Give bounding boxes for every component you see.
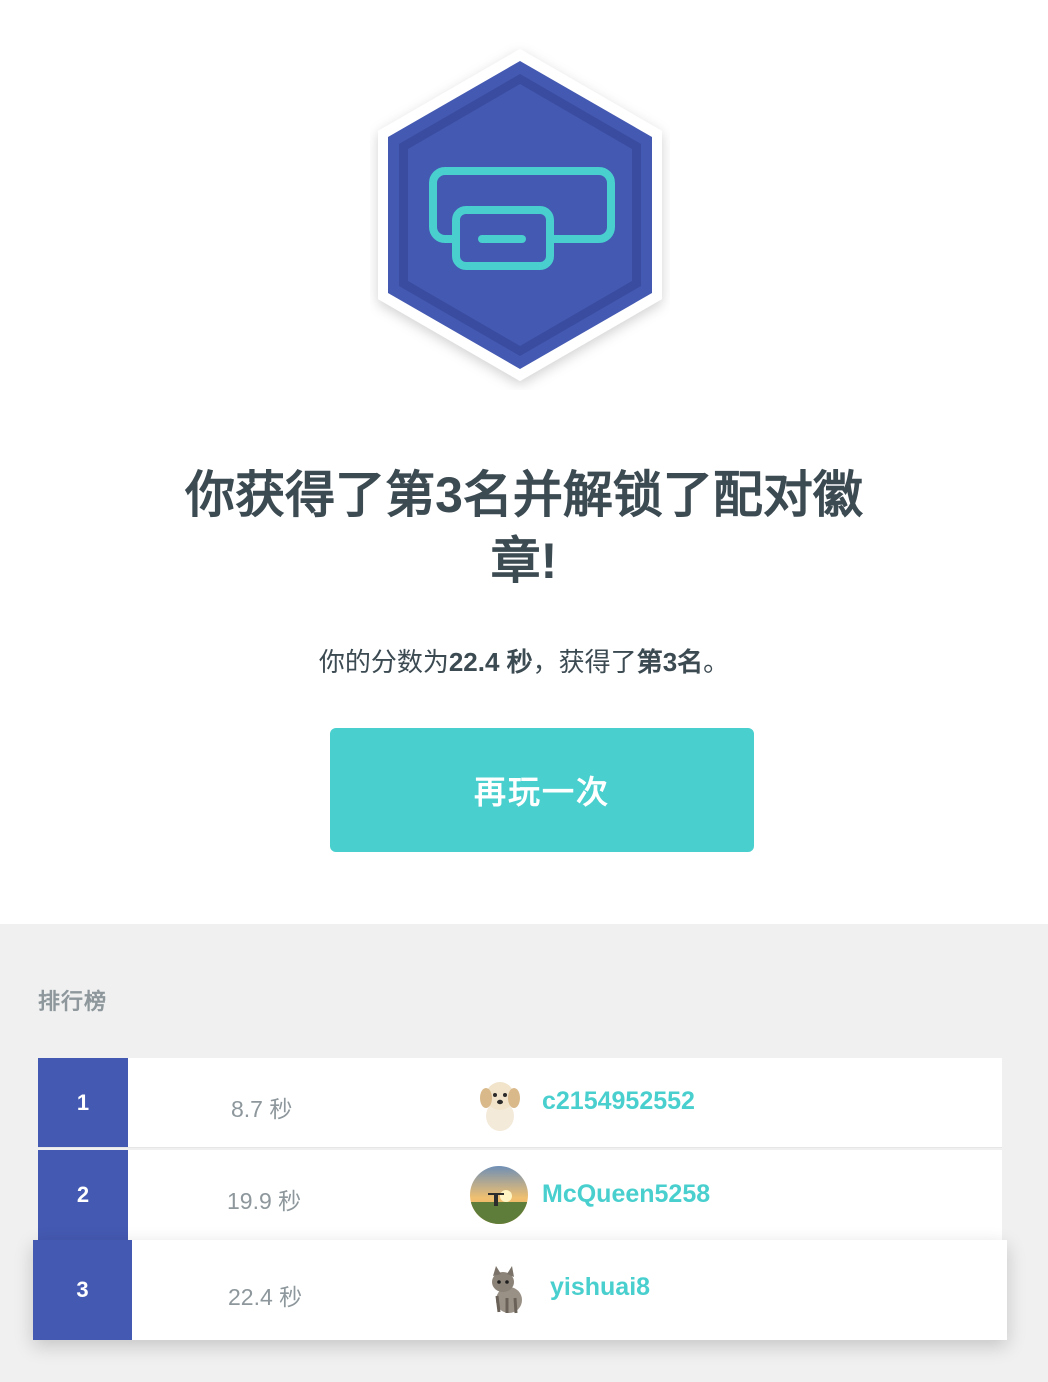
score-middle: ，获得了 bbox=[532, 647, 637, 677]
leaderboard-row: 2 19.9 秒 McQueen5258 bbox=[38, 1150, 1002, 1240]
headline-line-2: 章! bbox=[490, 533, 558, 589]
player-name-link[interactable]: yishuai8 bbox=[550, 1273, 650, 1302]
kitten-avatar bbox=[492, 1266, 522, 1314]
time-cell: 19.9 秒 bbox=[227, 1188, 302, 1214]
time-cell: 8.7 秒 bbox=[231, 1096, 293, 1122]
leaderboard-title: 排行榜 bbox=[38, 989, 108, 1014]
time-cell: 22.4 秒 bbox=[228, 1284, 303, 1310]
sunset-avatar bbox=[470, 1166, 528, 1224]
player-name-link[interactable]: c2154952552 bbox=[542, 1087, 695, 1116]
leaderboard-row-current: 3 22.4 秒 yishuai8 bbox=[33, 1240, 1007, 1340]
rank-cell: 1 bbox=[38, 1058, 128, 1147]
score-rank: 第3名 bbox=[636, 647, 704, 677]
player-name-link[interactable]: McQueen5258 bbox=[542, 1180, 710, 1209]
score-prefix: 你的分数为 bbox=[318, 647, 449, 677]
score-suffix: 。 bbox=[703, 647, 730, 677]
pairing-badge-icon bbox=[378, 49, 662, 381]
score-value: 22.4 秒 bbox=[448, 647, 533, 677]
rank-cell: 2 bbox=[38, 1150, 128, 1240]
score-summary: 你的分数为22.4 秒，获得了第3名。 bbox=[0, 644, 1048, 680]
rank-cell: 3 bbox=[33, 1240, 132, 1340]
puppy-avatar bbox=[480, 1082, 520, 1131]
result-headline: 你获得了第3名并解锁了配对徽 章! bbox=[140, 462, 908, 594]
leaderboard-row: 1 8.7 秒 c2154952552 bbox=[38, 1058, 1002, 1148]
headline-line-1: 你获得了第3名并解锁了配对徽 bbox=[185, 467, 863, 523]
result-panel: 你获得了第3名并解锁了配对徽 章! 你的分数为22.4 秒，获得了第3名。 再玩… bbox=[0, 0, 1048, 924]
play-again-button[interactable]: 再玩一次 bbox=[330, 728, 754, 852]
